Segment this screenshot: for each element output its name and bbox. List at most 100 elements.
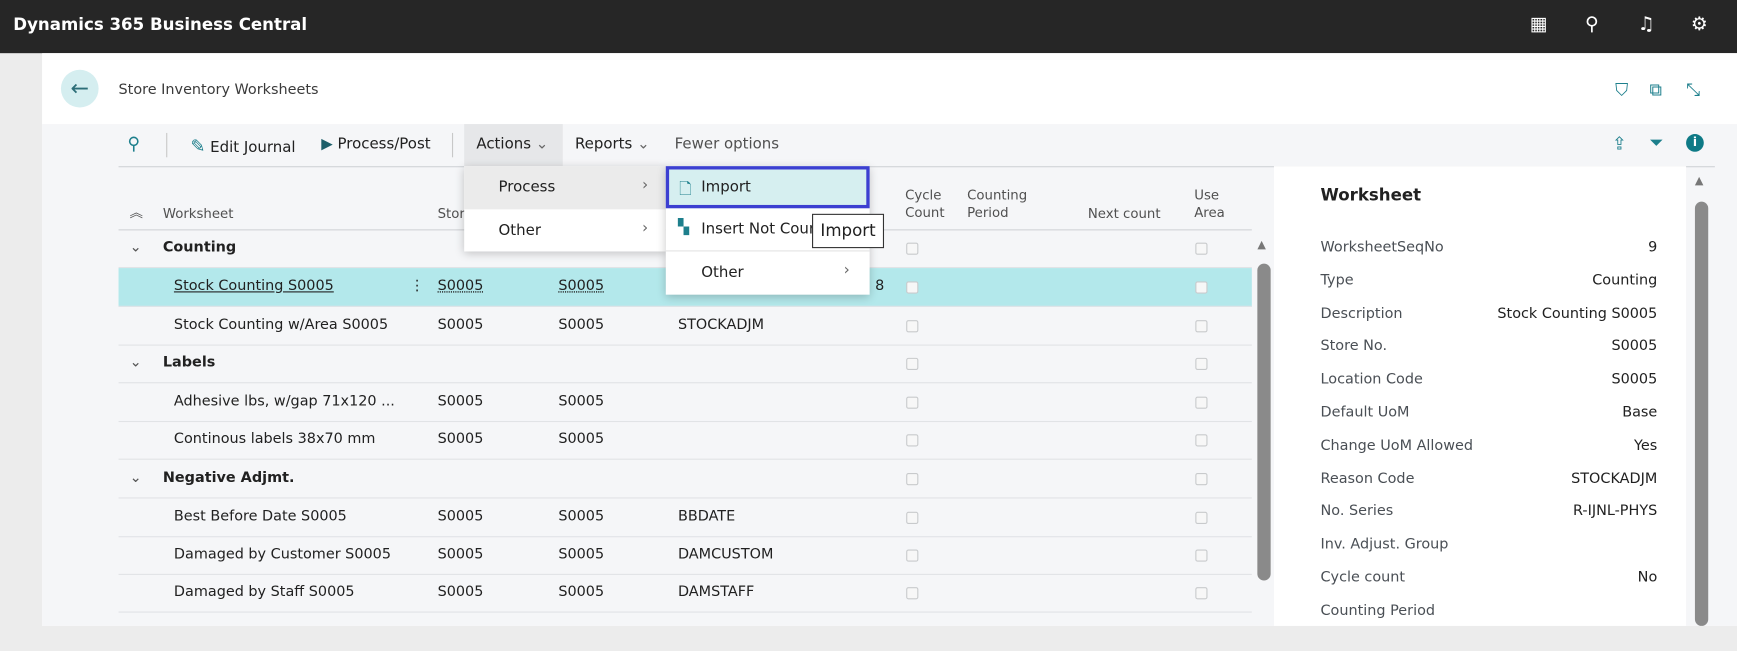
chevron-down-icon: ⌄ [637,135,650,153]
field-label: Type [1320,272,1354,289]
field-value: Counting [1592,272,1658,289]
location-code: S0005 [558,316,605,334]
table-row[interactable]: Continous labels 38x70 mm S0005 S0005 [118,421,1252,460]
group-row[interactable]: ⌄ Negative Adjmt. [118,460,1252,499]
reason-code: STOCKADJM [677,316,765,334]
filter-icon[interactable]: ⏷ [1650,132,1664,154]
cycle-count-checkbox[interactable] [906,473,919,486]
collapse-all-icon[interactable]: ︽ [130,204,143,222]
field-value: S0005 [1611,338,1658,355]
factbox-panel: Worksheet WorksheetSeqNo 9 Type Counting D… [1273,166,1687,626]
field-label: Counting Period [1320,602,1436,620]
group-name: Counting [162,239,237,256]
worksheet-name[interactable]: Stock Counting w/Area S0005 [174,317,388,334]
menu-item-import[interactable]: 🗋 Import [665,166,870,209]
worksheet-name[interactable]: Damaged by Staff S0005 [174,584,355,601]
use-area-checkbox[interactable] [1195,549,1208,562]
field-label: Store No. [1320,338,1388,355]
reason-code: DAMSTAFF [677,583,755,601]
divider [451,132,454,158]
worksheet-name[interactable]: Stock Counting S0005 [174,278,334,295]
table-row[interactable]: Adhesive lbs, w/gap 71x120 ... S0005 S0005 [118,383,1252,423]
cycle-count-checkbox[interactable] [906,549,919,562]
share-icon[interactable]: ⇪ [1612,133,1627,154]
col-cycle-count[interactable]: Cycle Count [905,186,944,221]
field-value: S0005 [1611,371,1658,388]
use-area-checkbox[interactable] [1195,587,1208,600]
field-label: No. Series [1320,503,1394,520]
play-icon: ▶ [321,135,333,153]
chevron-down-icon[interactable]: ⌄ [130,239,142,256]
field-value: No [1637,569,1658,587]
menu-item-other[interactable]: Other › [464,209,666,251]
use-area-checkbox[interactable] [1195,434,1208,447]
chevron-down-icon[interactable]: ⌄ [130,470,142,487]
table-row[interactable]: Damaged by Staff S0005 S0005 S0005 DAMSTAFF [118,574,1252,613]
use-area-checkbox[interactable] [1195,396,1208,409]
use-area-checkbox[interactable] [1195,320,1208,333]
edit-journal-button[interactable]: ✎ Edit Journal [191,135,296,156]
table-scrollbar[interactable] [1257,263,1271,581]
location-code: S0005 [558,583,605,601]
more-options-icon[interactable]: ⋮ [410,278,424,295]
chevron-right-icon: › [642,176,649,194]
search-icon[interactable]: ⚲ [127,133,140,154]
use-area-checkbox[interactable] [1195,473,1208,486]
store-no: S0005 [437,546,484,563]
col-use-area[interactable]: Use Area [1194,186,1225,221]
col-worksheet[interactable]: Worksheet [163,205,234,223]
fewer-options-button[interactable]: Fewer options [675,135,779,153]
scroll-up-icon[interactable]: ▲ [1257,239,1266,251]
table-row[interactable]: Damaged by Customer S0005 S0005 S0005 DAMCU… [118,536,1252,575]
field-label: Default UoM [1320,404,1410,421]
worksheet-name[interactable]: Continous labels 38x70 mm [174,431,376,448]
process-post-label: Process/Post [337,135,431,153]
store-no: S0005 [437,316,484,334]
table-row[interactable]: Stock Counting w/Area S0005 S0005 S0005 STO… [118,307,1252,346]
back-button[interactable]: ← [60,69,99,108]
table-row[interactable]: Best Before Date S0005 S0005 S0005 BBDATE [118,499,1252,538]
factbox-scrollbar[interactable] [1694,201,1709,626]
scroll-up-icon[interactable]: ▲ [1695,175,1704,187]
use-area-checkbox[interactable] [1195,242,1208,255]
cycle-count-checkbox[interactable] [906,357,919,371]
info-icon[interactable]: i [1686,134,1704,152]
col-counting-period[interactable]: Counting Period [967,186,1027,221]
chevron-down-icon: ⌄ [535,135,549,153]
cycle-count-checkbox[interactable] [906,242,919,255]
reports-button[interactable]: Reports ⌄ [575,135,650,153]
collapse-icon[interactable]: ⤡ [1686,79,1700,101]
building-icon[interactable]: ▦ [1527,13,1551,37]
bell-icon[interactable]: ♫ [1634,13,1658,37]
search-icon[interactable]: ⚲ [1580,13,1604,37]
actions-label: Actions ⌄ [476,135,549,153]
bookmark-icon[interactable]: ⛉ [1615,79,1628,101]
group-row[interactable]: ⌄ Labels [118,345,1252,384]
cycle-count-checkbox[interactable] [906,396,919,409]
worksheet-name[interactable]: Adhesive lbs, w/gap 71x120 ... [174,393,395,410]
cycle-count-checkbox[interactable] [906,281,919,294]
gear-icon[interactable]: ⚙ [1687,13,1711,37]
reason-code: DAMCUSTOM [677,546,774,563]
use-area-checkbox[interactable] [1195,357,1208,371]
cycle-count-checkbox[interactable] [906,320,919,333]
cycle-count-checkbox[interactable] [906,511,919,524]
cycle-count-checkbox[interactable] [906,587,919,600]
use-area-checkbox[interactable] [1195,511,1208,524]
table-row[interactable] [119,613,1252,651]
cycle-count-checkbox[interactable] [906,434,919,447]
process-post-button[interactable]: ▶ Process/Post [321,135,430,153]
worksheet-name[interactable]: Best Before Date S0005 [174,508,347,525]
location-code: S0005 [558,430,605,448]
app-title: Dynamics 365 Business Central [13,14,308,35]
field-value: 9 [1648,239,1658,256]
field-value: STOCKADJM [1571,470,1658,487]
chevron-down-icon[interactable]: ⌄ [130,354,142,371]
field-label: WorksheetSeqNo [1320,239,1444,256]
col-next-count[interactable]: Next count [1088,205,1161,223]
worksheet-name[interactable]: Damaged by Customer S0005 [174,546,391,563]
menu-item-other[interactable]: Other › [666,251,870,294]
use-area-checkbox[interactable] [1195,281,1208,294]
open-new-window-icon[interactable]: ⧉ [1650,79,1663,101]
menu-item-process[interactable]: Process › [464,166,666,210]
